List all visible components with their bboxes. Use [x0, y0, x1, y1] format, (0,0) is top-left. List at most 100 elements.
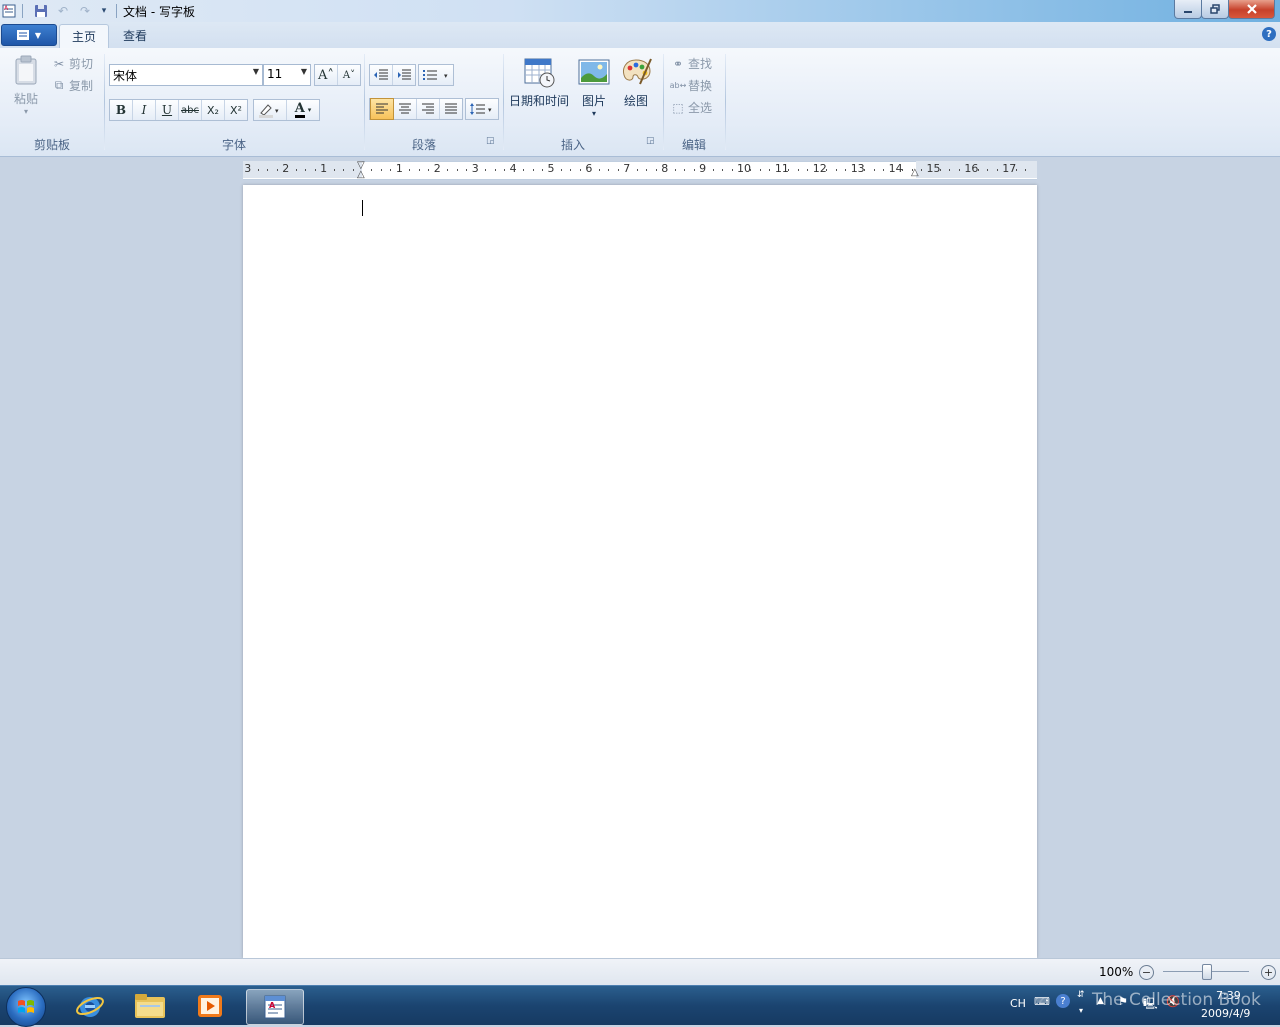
taskbar-file-explorer[interactable]: [122, 989, 178, 1023]
save-icon[interactable]: [33, 3, 49, 19]
line-spacing-box: ▾: [465, 98, 499, 120]
ruler-tick: [542, 169, 543, 171]
taskbar-wordpad[interactable]: A: [246, 989, 304, 1025]
replace-button[interactable]: ab↔ 替换: [670, 77, 712, 94]
undo-icon[interactable]: ↶: [55, 3, 71, 19]
chevron-down-icon: ▾: [307, 106, 312, 114]
right-indent-marker[interactable]: △: [911, 167, 919, 178]
tab-view[interactable]: 查看: [111, 24, 159, 48]
increase-indent-button[interactable]: [393, 65, 415, 85]
align-right-button[interactable]: [417, 99, 440, 119]
document-page[interactable]: [243, 185, 1037, 958]
ruler-tick: [845, 169, 846, 171]
ruler-tick: [637, 169, 638, 171]
ruler-tick: [949, 169, 950, 171]
internet-explorer-icon: [76, 996, 104, 1017]
app-menu-button[interactable]: ▼: [1, 24, 57, 46]
bullet-list-button[interactable]: ▾: [419, 65, 453, 85]
align-left-icon: [376, 103, 388, 114]
ruler-number: 14: [888, 162, 903, 175]
zoom-slider-thumb[interactable]: [1202, 964, 1212, 980]
palette-icon: [623, 58, 652, 85]
highlighter-icon: ▾: [259, 104, 279, 118]
ruler-tick: [864, 169, 865, 171]
group-divider: [725, 54, 726, 150]
select-all-button[interactable]: ⬚ 全选: [671, 99, 712, 116]
ruler-number: 15: [926, 162, 941, 175]
find-button[interactable]: ⚭ 查找: [671, 55, 712, 72]
taskbar-media-player[interactable]: [182, 989, 238, 1023]
font-size-select[interactable]: 11 ▼: [263, 64, 311, 86]
binoculars-icon: ⚭: [672, 56, 684, 71]
insert-datetime-button[interactable]: 日期和时间: [509, 56, 569, 109]
subscript-button[interactable]: X₂: [202, 100, 225, 120]
ruler-tick: [457, 169, 458, 171]
clock-time[interactable]: 7:39: [1216, 989, 1241, 1002]
superscript-button[interactable]: X²: [225, 100, 247, 120]
tab-home[interactable]: 主页: [59, 24, 110, 50]
clipboard-icon: [15, 55, 37, 85]
align-center-button[interactable]: [394, 99, 417, 119]
ruler-tick: [447, 169, 448, 171]
insert-dialog-launcher-icon[interactable]: ◲: [646, 136, 655, 146]
ribbon: 粘贴 ▾ ✂ 剪切 ⧉ 复制 剪贴板 宋体 ▼ 11 ▼ A˄ A˅ B I U…: [0, 48, 1280, 157]
underline-button[interactable]: U: [156, 100, 179, 120]
highlight-color-button[interactable]: ▾: [254, 100, 287, 120]
taskbar-internet-explorer[interactable]: [62, 989, 118, 1023]
zoom-in-button[interactable]: +: [1261, 965, 1276, 980]
customize-quick-access-icon[interactable]: ▾: [96, 3, 112, 19]
zoom-out-button[interactable]: −: [1139, 965, 1154, 980]
ruler-tick: [798, 169, 799, 171]
paragraph-dialog-launcher-icon[interactable]: ◲: [486, 136, 495, 146]
keyboard-icon[interactable]: ⌨: [1034, 995, 1050, 1008]
align-center-icon: [399, 103, 411, 114]
cut-button[interactable]: ✂ 剪切: [52, 55, 93, 72]
start-button[interactable]: [6, 987, 46, 1027]
restore-button[interactable]: [1201, 0, 1229, 19]
ruler-number: 5: [547, 162, 555, 175]
help-icon[interactable]: ?: [1262, 27, 1276, 41]
bold-button[interactable]: B: [110, 100, 133, 120]
language-bar-options-icon[interactable]: ⇵: [1077, 990, 1085, 1000]
line-spacing-icon: ▾: [470, 103, 492, 115]
list-button-box: ▾: [418, 64, 454, 86]
justify-button[interactable]: [440, 99, 462, 119]
wordpad-app-icon[interactable]: A: [1, 3, 17, 19]
chevron-down-icon: ▼: [252, 67, 259, 76]
decrease-indent-button[interactable]: [370, 65, 393, 85]
close-button[interactable]: [1228, 0, 1275, 19]
insert-picture-button[interactable]: 图片 ▾: [578, 56, 610, 118]
ruler-number: 13: [850, 162, 865, 175]
grow-font-icon: A˄: [318, 67, 334, 83]
media-player-icon: [198, 995, 222, 1017]
paste-button[interactable]: 粘贴 ▾: [10, 54, 42, 116]
help-tray-icon[interactable]: ?: [1056, 994, 1070, 1008]
ruler-tick: [608, 169, 609, 171]
grow-font-button[interactable]: A˄: [315, 65, 338, 85]
taskbar: A CH ⌨ ? ⇵ ▾ ▲ ⚑ 🖳 🔇 The Collection Book…: [0, 985, 1280, 1027]
ruler-number: 2: [433, 162, 441, 175]
paint-drawing-button[interactable]: 绘图: [620, 56, 652, 109]
align-right-icon: [422, 103, 434, 114]
select-all-icon: ⬚: [672, 100, 684, 115]
font-color-button[interactable]: A ▾: [287, 100, 319, 120]
align-left-button[interactable]: [370, 98, 394, 120]
shrink-font-button[interactable]: A˅: [338, 65, 360, 85]
ruler-tick: [883, 169, 884, 171]
ruler-number: 6: [585, 162, 593, 175]
left-indent-marker[interactable]: △: [357, 169, 365, 180]
copy-button[interactable]: ⧉ 复制: [52, 77, 93, 94]
ruler-tick: [343, 169, 344, 171]
ruler-tick: [267, 169, 268, 171]
group-label-insert: 插入: [560, 138, 585, 152]
minimize-button[interactable]: [1174, 0, 1202, 19]
italic-button[interactable]: I: [133, 100, 156, 120]
input-language[interactable]: CH: [1010, 997, 1026, 1010]
chevron-down-icon[interactable]: ▾: [1079, 1006, 1083, 1015]
ruler-tick: [760, 169, 761, 171]
clock-date[interactable]: 2009/4/9: [1201, 1007, 1250, 1020]
strikethrough-button[interactable]: abc: [179, 100, 202, 120]
redo-icon[interactable]: ↷: [77, 3, 93, 19]
line-spacing-button[interactable]: ▾: [466, 99, 498, 119]
font-family-select[interactable]: 宋体 ▼: [109, 64, 263, 86]
